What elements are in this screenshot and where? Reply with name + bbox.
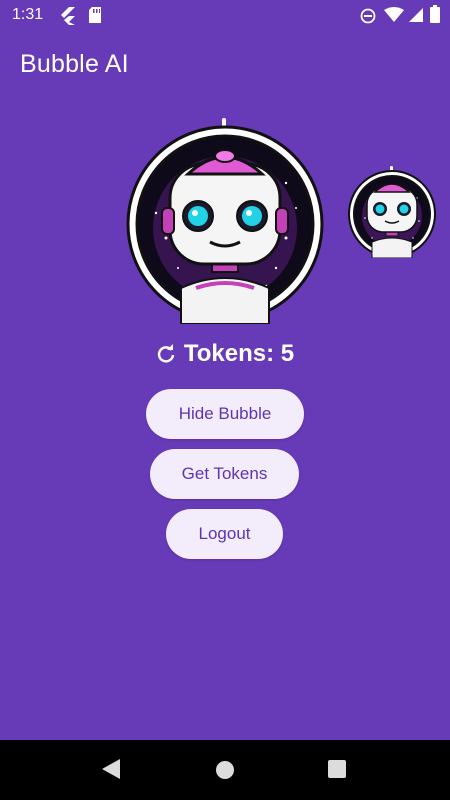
tokens-count: Tokens: 5 <box>183 340 295 367</box>
recents-icon[interactable] <box>328 760 346 778</box>
home-icon[interactable] <box>215 760 235 780</box>
back-icon[interactable] <box>101 758 121 780</box>
status-bar: 1:31 <box>0 0 450 32</box>
app-bar: Bubble AI <box>0 32 450 96</box>
logout-button[interactable]: Logout <box>166 509 283 559</box>
do-not-disturb-icon <box>360 8 376 24</box>
floating-bubble[interactable] <box>347 166 437 258</box>
system-nav-bar <box>0 740 450 800</box>
status-time: 1:31 <box>12 6 44 23</box>
wifi-icon <box>384 7 404 22</box>
hide-bubble-button[interactable]: Hide Bubble <box>146 389 304 439</box>
signal-icon <box>409 8 423 22</box>
app-title: Bubble AI <box>20 50 129 78</box>
battery-icon <box>430 5 440 23</box>
tokens-row: Tokens: 5 <box>0 338 450 370</box>
get-tokens-button[interactable]: Get Tokens <box>150 449 299 499</box>
flutter-icon <box>61 7 75 25</box>
sd-card-icon <box>89 7 101 23</box>
refresh-icon[interactable] <box>156 344 176 364</box>
robot-avatar-large <box>126 118 324 324</box>
